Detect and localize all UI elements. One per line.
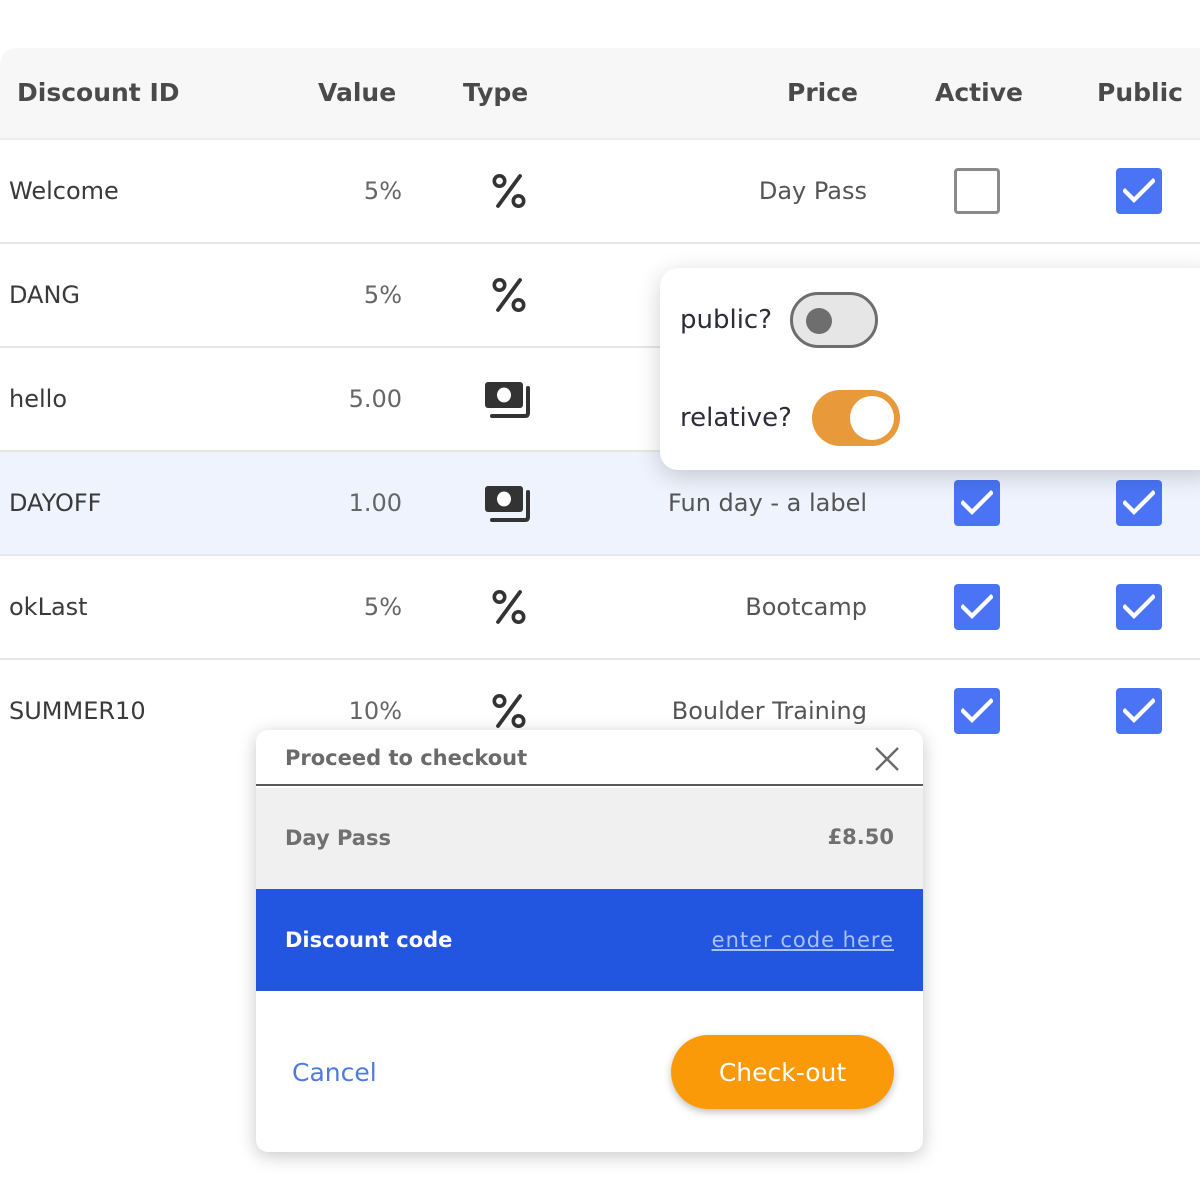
header-value[interactable]: Value (318, 48, 396, 138)
table-row[interactable]: Welcome 5% Day Pass (0, 140, 1200, 244)
discount-value: 5% (363, 593, 402, 621)
relative-toggle[interactable] (811, 390, 900, 446)
discount-id: hello (9, 385, 67, 413)
public-toggle-row: public? (680, 290, 879, 350)
discount-id: SUMMER10 (9, 697, 146, 725)
toggle-knob (849, 396, 894, 440)
table-header: Discount ID Value Type Price Active Publ… (0, 48, 1200, 140)
discount-id: okLast (9, 593, 88, 621)
header-public[interactable]: Public (1097, 48, 1183, 138)
percent-icon (492, 174, 526, 208)
active-checkbox[interactable] (954, 480, 1000, 526)
cart-item-name: Day Pass (285, 826, 391, 850)
percent-icon (492, 278, 526, 312)
public-checkbox[interactable] (1116, 480, 1162, 526)
discount-code-input[interactable] (654, 923, 894, 957)
percent-icon (492, 694, 526, 728)
checkout-modal: Proceed to checkout Day Pass £8.50 Disco… (256, 730, 923, 1152)
discount-type (484, 140, 534, 242)
modal-title: Proceed to checkout (285, 746, 528, 770)
checkmark-icon (961, 490, 993, 515)
discount-type (484, 556, 534, 658)
active-checkbox[interactable] (954, 168, 1000, 214)
toggle-knob (806, 308, 833, 334)
header-price[interactable]: Price (787, 48, 858, 138)
public-checkbox[interactable] (1116, 584, 1162, 630)
checkmark-icon (961, 594, 993, 619)
public-toggle[interactable] (790, 292, 879, 348)
discount-id: DAYOFF (9, 489, 102, 517)
active-checkbox[interactable] (954, 584, 1000, 630)
header-active[interactable]: Active (935, 48, 1023, 138)
discount-id: Welcome (9, 177, 119, 205)
discount-code-section: Discount code (256, 889, 923, 991)
discount-value: 5% (363, 177, 402, 205)
money-icon (485, 486, 530, 522)
close-icon[interactable] (873, 745, 901, 773)
discount-price: Day Pass (758, 177, 867, 205)
checkmark-icon (1123, 698, 1155, 723)
active-checkbox[interactable] (954, 688, 1000, 734)
public-checkbox[interactable] (1116, 168, 1162, 214)
discount-price: Bootcamp (745, 593, 867, 621)
discount-value: 1.00 (348, 489, 402, 517)
table-row[interactable]: okLast 5% Bootcamp (0, 556, 1200, 660)
checkmark-icon (1123, 490, 1155, 515)
checkmark-icon (1123, 178, 1155, 203)
money-icon (485, 382, 530, 418)
header-discount-id[interactable]: Discount ID (17, 48, 180, 138)
toggle-popup: public? relative? (660, 268, 1200, 470)
checkmark-icon (961, 698, 993, 723)
header-type[interactable]: Type (463, 48, 528, 138)
discount-value: 5% (363, 281, 402, 309)
discount-type (484, 244, 534, 346)
cart-item-price: £8.50 (827, 825, 894, 849)
modal-header: Proceed to checkout (256, 730, 923, 786)
checkout-button[interactable]: Check-out (671, 1035, 894, 1109)
cancel-button[interactable]: Cancel (292, 1048, 377, 1098)
discount-type (484, 452, 534, 554)
percent-icon (492, 590, 526, 624)
public-toggle-label: public? (680, 305, 773, 335)
checkmark-icon (1123, 594, 1155, 619)
discount-value: 5.00 (348, 385, 402, 413)
cart-item: Day Pass £8.50 (256, 788, 923, 889)
discount-code-label: Discount code (285, 928, 453, 952)
relative-toggle-row: relative? (680, 388, 900, 448)
public-checkbox[interactable] (1116, 688, 1162, 734)
relative-toggle-label: relative? (680, 403, 792, 433)
discount-type (484, 348, 534, 450)
discount-id: DANG (9, 281, 81, 309)
